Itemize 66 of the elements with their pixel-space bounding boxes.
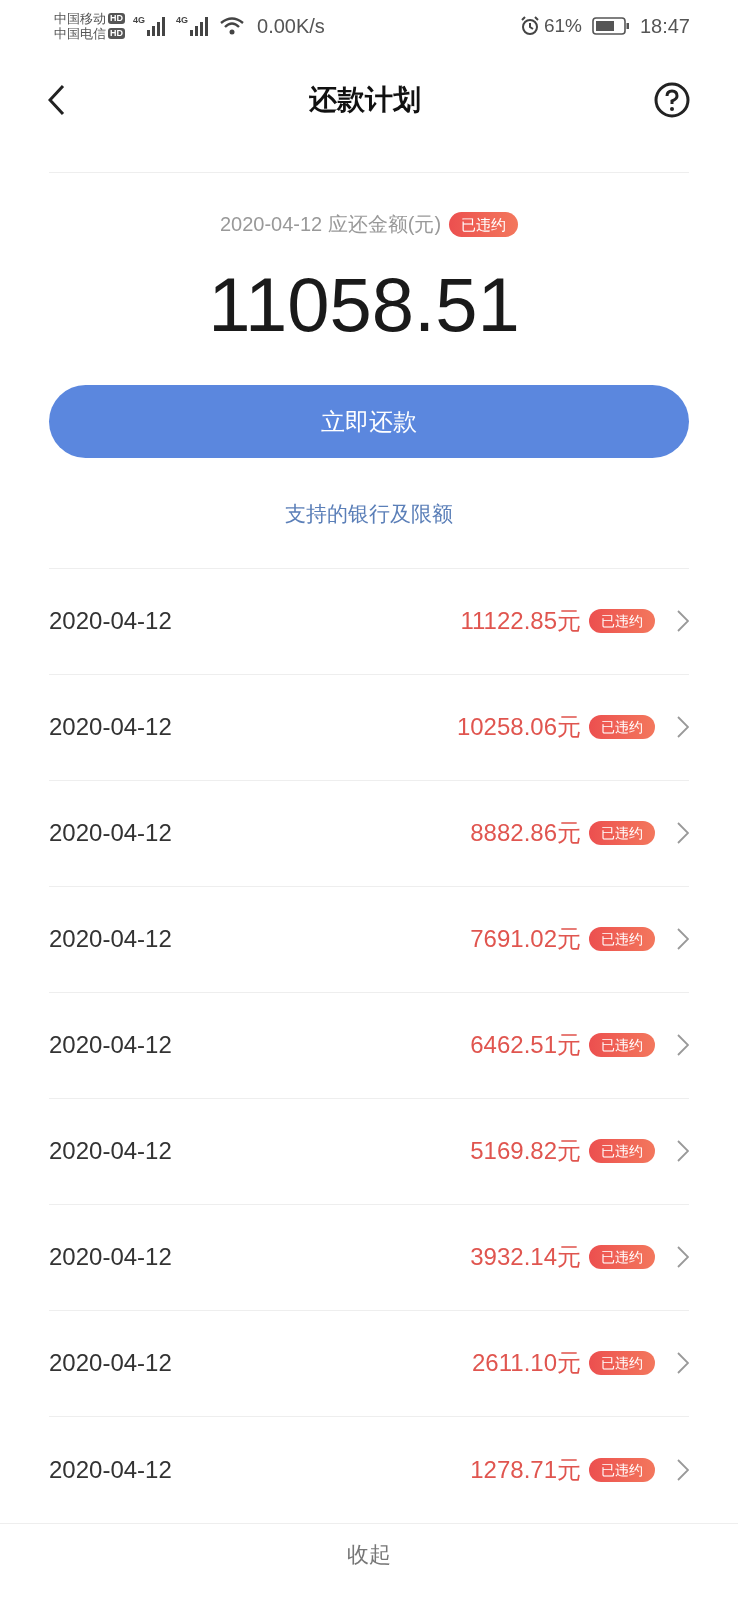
- repayment-row[interactable]: 2020-04-12 6462.51元 已违约: [49, 992, 689, 1099]
- page-title: 还款计划: [309, 83, 421, 117]
- overdue-badge: 已违约: [589, 1245, 655, 1269]
- repayment-row[interactable]: 2020-04-12 11122.85元 已违约: [49, 568, 689, 675]
- signal-icon: [146, 16, 168, 36]
- due-caption: 2020-04-12 应还金额(元): [219, 212, 442, 237]
- chevron-icon: [677, 1458, 689, 1481]
- row-date: 2020-04-12: [49, 1030, 172, 1060]
- wifi-icon: [219, 16, 246, 36]
- repayment-row[interactable]: 2020-04-12 2611.10元 已违约: [49, 1310, 689, 1417]
- chevron-icon: [677, 1140, 689, 1162]
- chevron-icon: [677, 610, 689, 632]
- battery-percent: 61%: [543, 13, 582, 38]
- chevron-icon: [677, 928, 689, 950]
- overdue-badge: 已违约: [449, 211, 519, 237]
- overdue-badge: 已违约: [589, 609, 655, 633]
- due-amount: 11058.51: [207, 267, 521, 343]
- row-date: 2020-04-12: [49, 712, 172, 742]
- row-date: 2020-04-12: [49, 606, 172, 636]
- supported-banks-link[interactable]: 支持的银行及限额: [285, 498, 453, 530]
- row-amount: 8882.86元: [470, 818, 581, 848]
- hd-badge: HD: [108, 13, 125, 24]
- row-amount: 11122.85元: [460, 606, 581, 636]
- overdue-badge: 已违约: [589, 715, 655, 739]
- hd-badge: HD: [108, 28, 125, 39]
- battery-icon: [591, 17, 630, 35]
- repayment-row[interactable]: 2020-04-12 5169.82元 已违约: [49, 1098, 689, 1205]
- row-amount: 2611.10元: [472, 1348, 581, 1378]
- overdue-badge: 已违约: [589, 1033, 655, 1057]
- row-amount: 10258.06元: [456, 712, 581, 742]
- network-label: 4G: [133, 16, 145, 25]
- overdue-badge: 已违约: [589, 1351, 655, 1375]
- row-amount: 5169.82元: [470, 1136, 581, 1166]
- collapse-button[interactable]: 收起: [347, 1537, 391, 1571]
- row-amount: 1278.71元: [470, 1454, 581, 1485]
- chevron-icon: [677, 822, 689, 844]
- row-date: 2020-04-12: [49, 818, 172, 848]
- overdue-badge: 已违约: [589, 821, 655, 845]
- chevron-icon: [677, 1352, 689, 1374]
- overdue-badge: 已违约: [589, 1457, 655, 1482]
- repayment-row[interactable]: 2020-04-12 7691.02元 已违约: [49, 886, 689, 993]
- row-date: 2020-04-12: [49, 1136, 172, 1166]
- carrier-name: 中国移动: [54, 12, 106, 25]
- alarm-icon: [519, 16, 540, 36]
- row-date: 2020-04-12: [49, 1242, 172, 1272]
- carrier-name: 中国电信: [54, 27, 106, 40]
- chevron-icon: [677, 1246, 689, 1268]
- clock-time: 18:47: [639, 14, 690, 39]
- overdue-badge: 已违约: [589, 1139, 655, 1163]
- chevron-icon: [677, 1034, 689, 1056]
- row-amount: 6462.51元: [470, 1030, 581, 1060]
- network-speed: 0.00K/s: [257, 14, 325, 39]
- repayment-row[interactable]: 2020-04-12 3932.14元 已违约: [49, 1204, 689, 1311]
- overdue-badge: 已违约: [589, 927, 655, 951]
- network-label: 4G: [176, 16, 189, 25]
- row-amount: 3932.14元: [470, 1242, 581, 1272]
- row-date: 2020-04-12: [49, 1348, 172, 1378]
- help-button[interactable]: [654, 82, 690, 118]
- pay-now-button[interactable]: 立即还款: [49, 385, 689, 458]
- repayment-row[interactable]: 2020-04-12 8882.86元 已违约: [49, 780, 689, 887]
- row-date: 2020-04-12: [49, 924, 172, 954]
- repayment-row[interactable]: 2020-04-12 1278.71元 已违约: [49, 1416, 689, 1523]
- repayment-row[interactable]: 2020-04-12 10258.06元 已违约: [49, 674, 689, 781]
- row-date: 2020-04-12: [49, 1454, 172, 1485]
- row-amount: 7691.02元: [470, 924, 581, 954]
- chevron-icon: [677, 716, 689, 738]
